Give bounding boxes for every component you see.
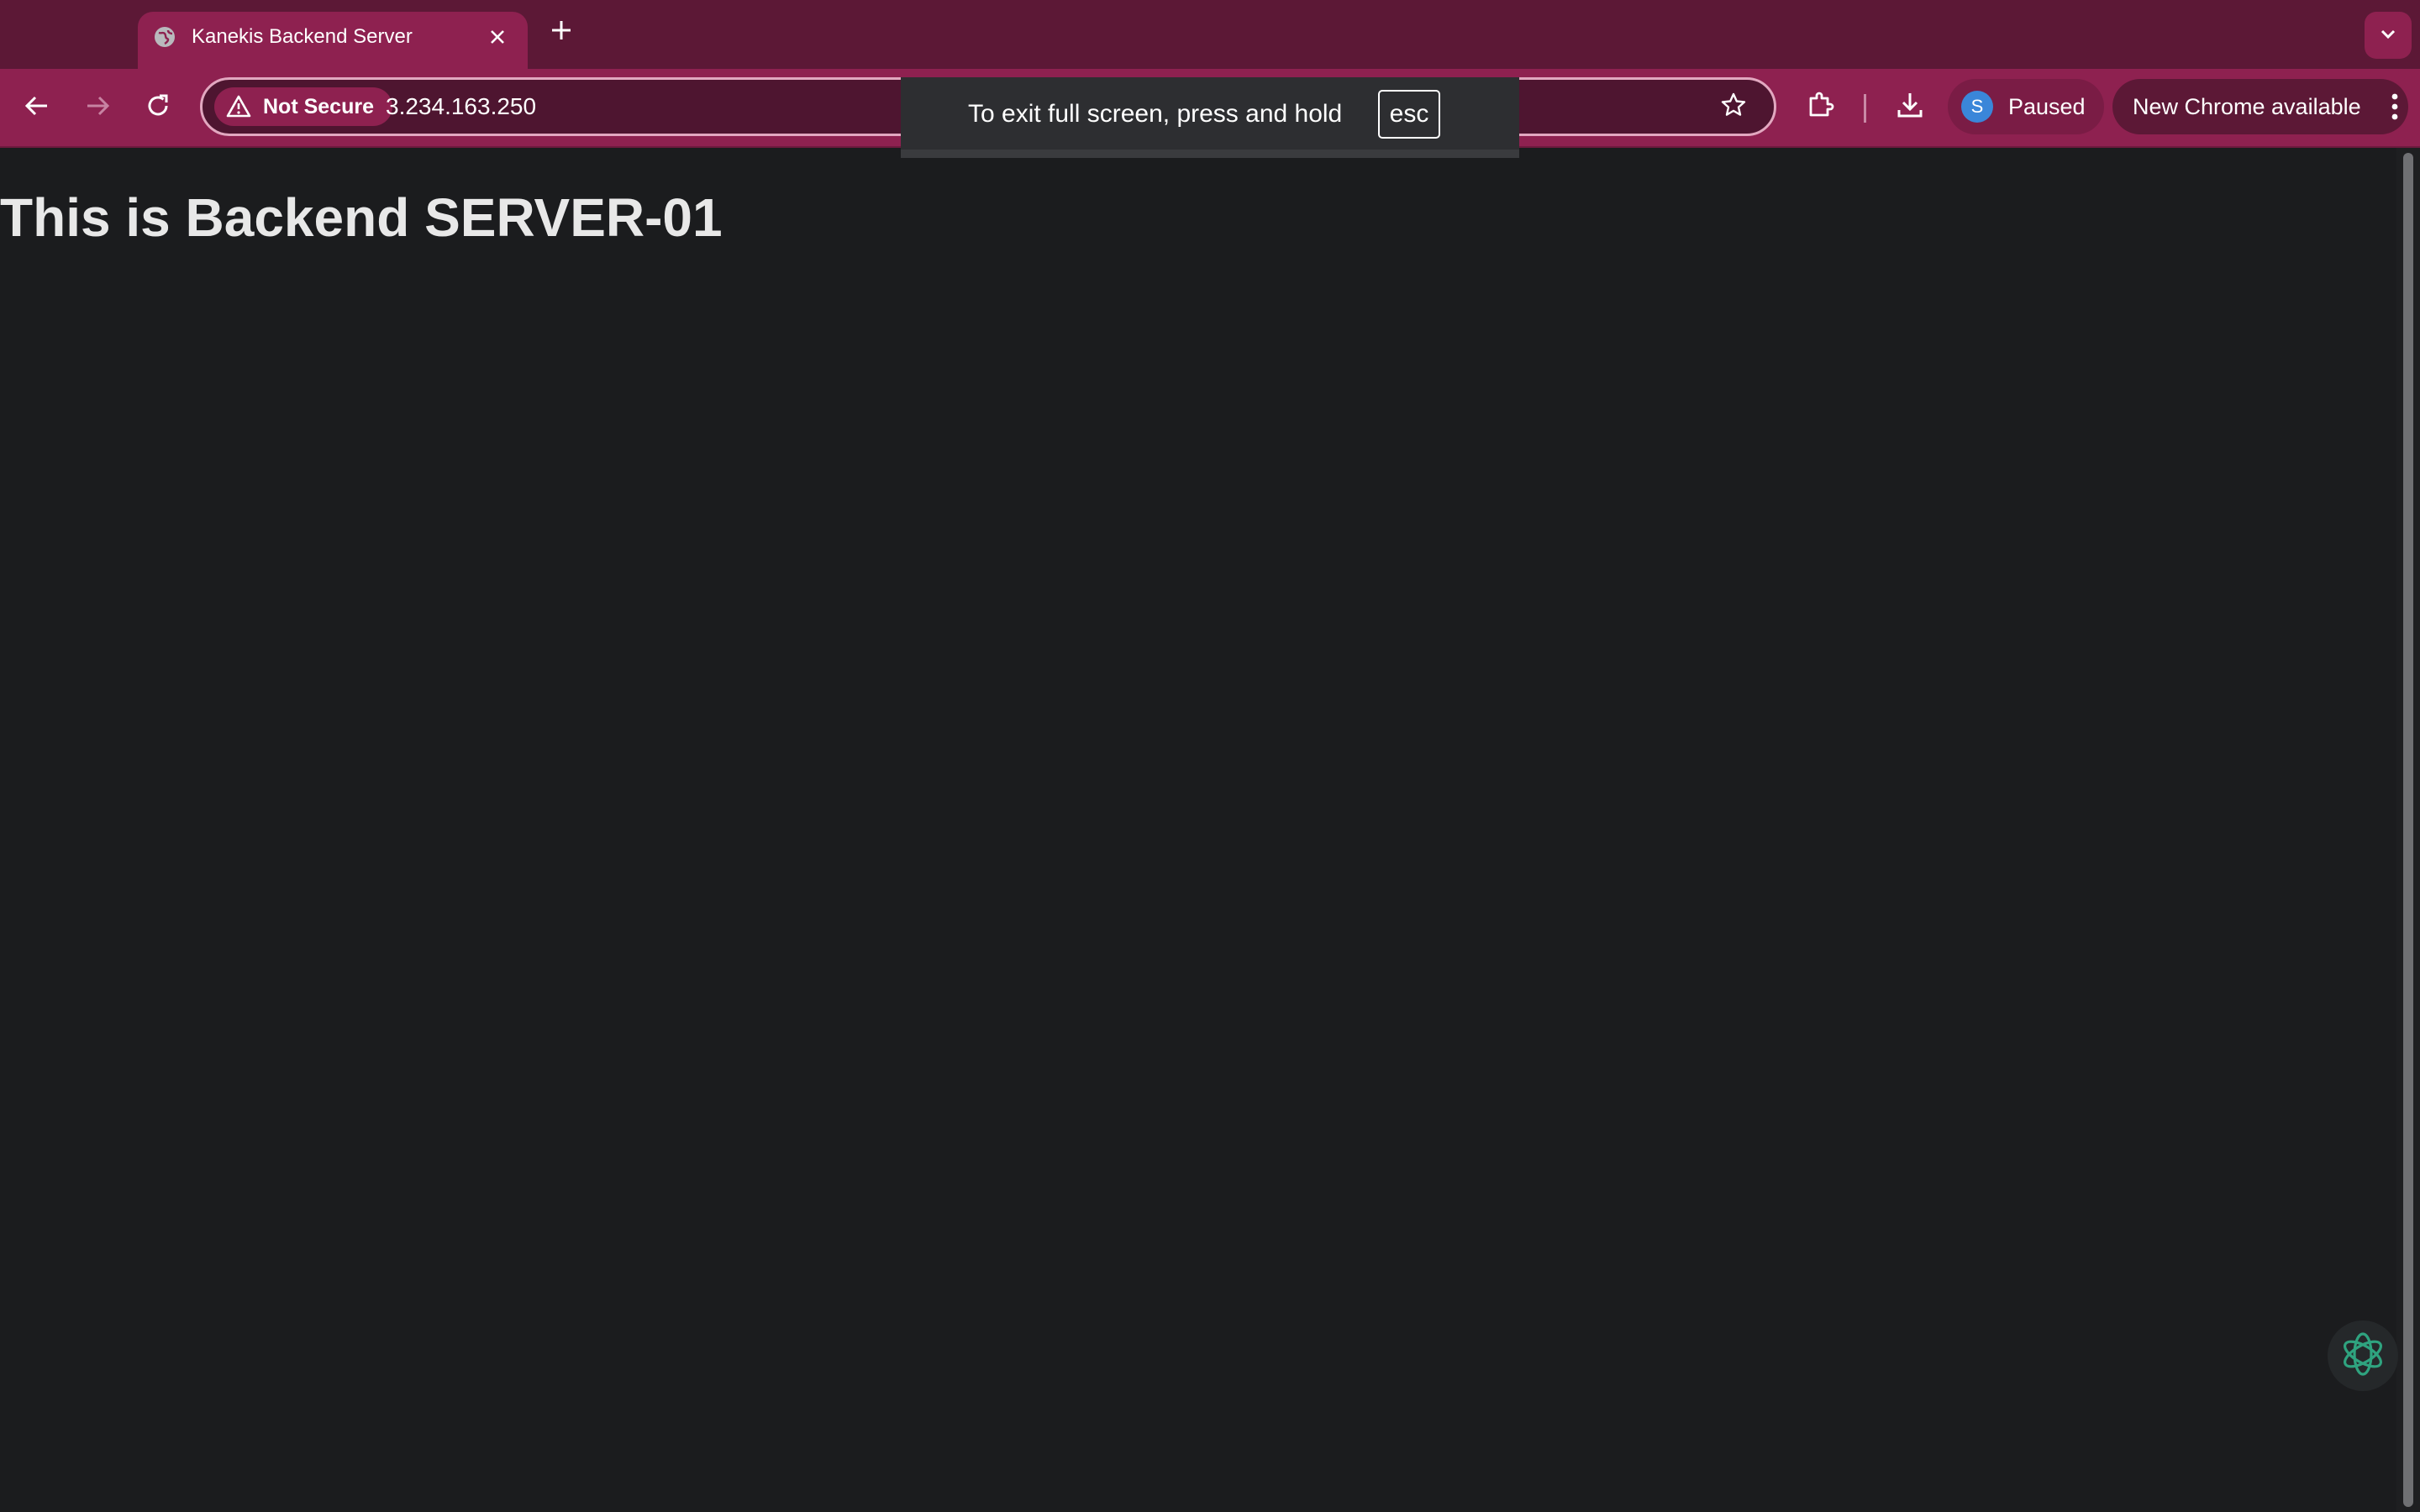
vertical-scrollbar[interactable]: [2396, 148, 2420, 1512]
extensions-icon: [1806, 90, 1836, 124]
url-text[interactable]: 3.234.163.250: [386, 80, 536, 134]
chevron-down-icon: [2379, 24, 2397, 47]
download-icon: [1895, 90, 1925, 124]
tab-search-button[interactable]: [2365, 12, 2412, 59]
fullscreen-notice-text: To exit full screen, press and hold: [968, 100, 1343, 128]
avatar: S: [1961, 91, 1993, 123]
page-heading: This is Backend SERVER-01: [0, 187, 723, 248]
update-label: New Chrome available: [2133, 94, 2361, 119]
forward-arrow-icon: [84, 92, 111, 123]
scrollbar-thumb[interactable]: [2403, 153, 2413, 1507]
fullscreen-notice: To exit full screen, press and hold esc: [901, 77, 1519, 158]
downloads-button[interactable]: [1889, 86, 1931, 128]
toolbar-divider: [1864, 94, 1866, 123]
assistant-button[interactable]: [2328, 1320, 2398, 1391]
security-label: Not Secure: [263, 94, 374, 118]
globe-icon: [151, 24, 178, 50]
star-icon: [1720, 92, 1747, 123]
openai-logo-icon: [2336, 1327, 2390, 1385]
back-button[interactable]: [17, 87, 57, 128]
profile-status: Paused: [2008, 94, 2086, 119]
reload-button[interactable]: [138, 87, 178, 128]
close-icon[interactable]: [484, 24, 511, 50]
new-tab-button[interactable]: [544, 15, 578, 49]
forward-button[interactable]: [77, 87, 118, 128]
back-arrow-icon: [24, 92, 50, 123]
esc-key-badge: esc: [1378, 90, 1440, 139]
security-chip[interactable]: Not Secure: [214, 87, 392, 126]
extensions-button[interactable]: [1800, 86, 1842, 128]
plus-icon: [550, 19, 572, 45]
active-tab[interactable]: Kanekis Backend Server: [138, 12, 528, 69]
tab-strip: Kanekis Backend Server: [0, 0, 2420, 69]
profile-button[interactable]: S Paused: [1948, 79, 2104, 134]
warning-icon: [226, 94, 251, 119]
update-chrome-button[interactable]: New Chrome available: [2112, 79, 2408, 134]
more-vert-icon[interactable]: [2378, 90, 2412, 123]
reload-icon: [145, 92, 171, 123]
tab-title: Kanekis Backend Server: [192, 25, 413, 48]
bookmark-button[interactable]: [1715, 88, 1752, 125]
